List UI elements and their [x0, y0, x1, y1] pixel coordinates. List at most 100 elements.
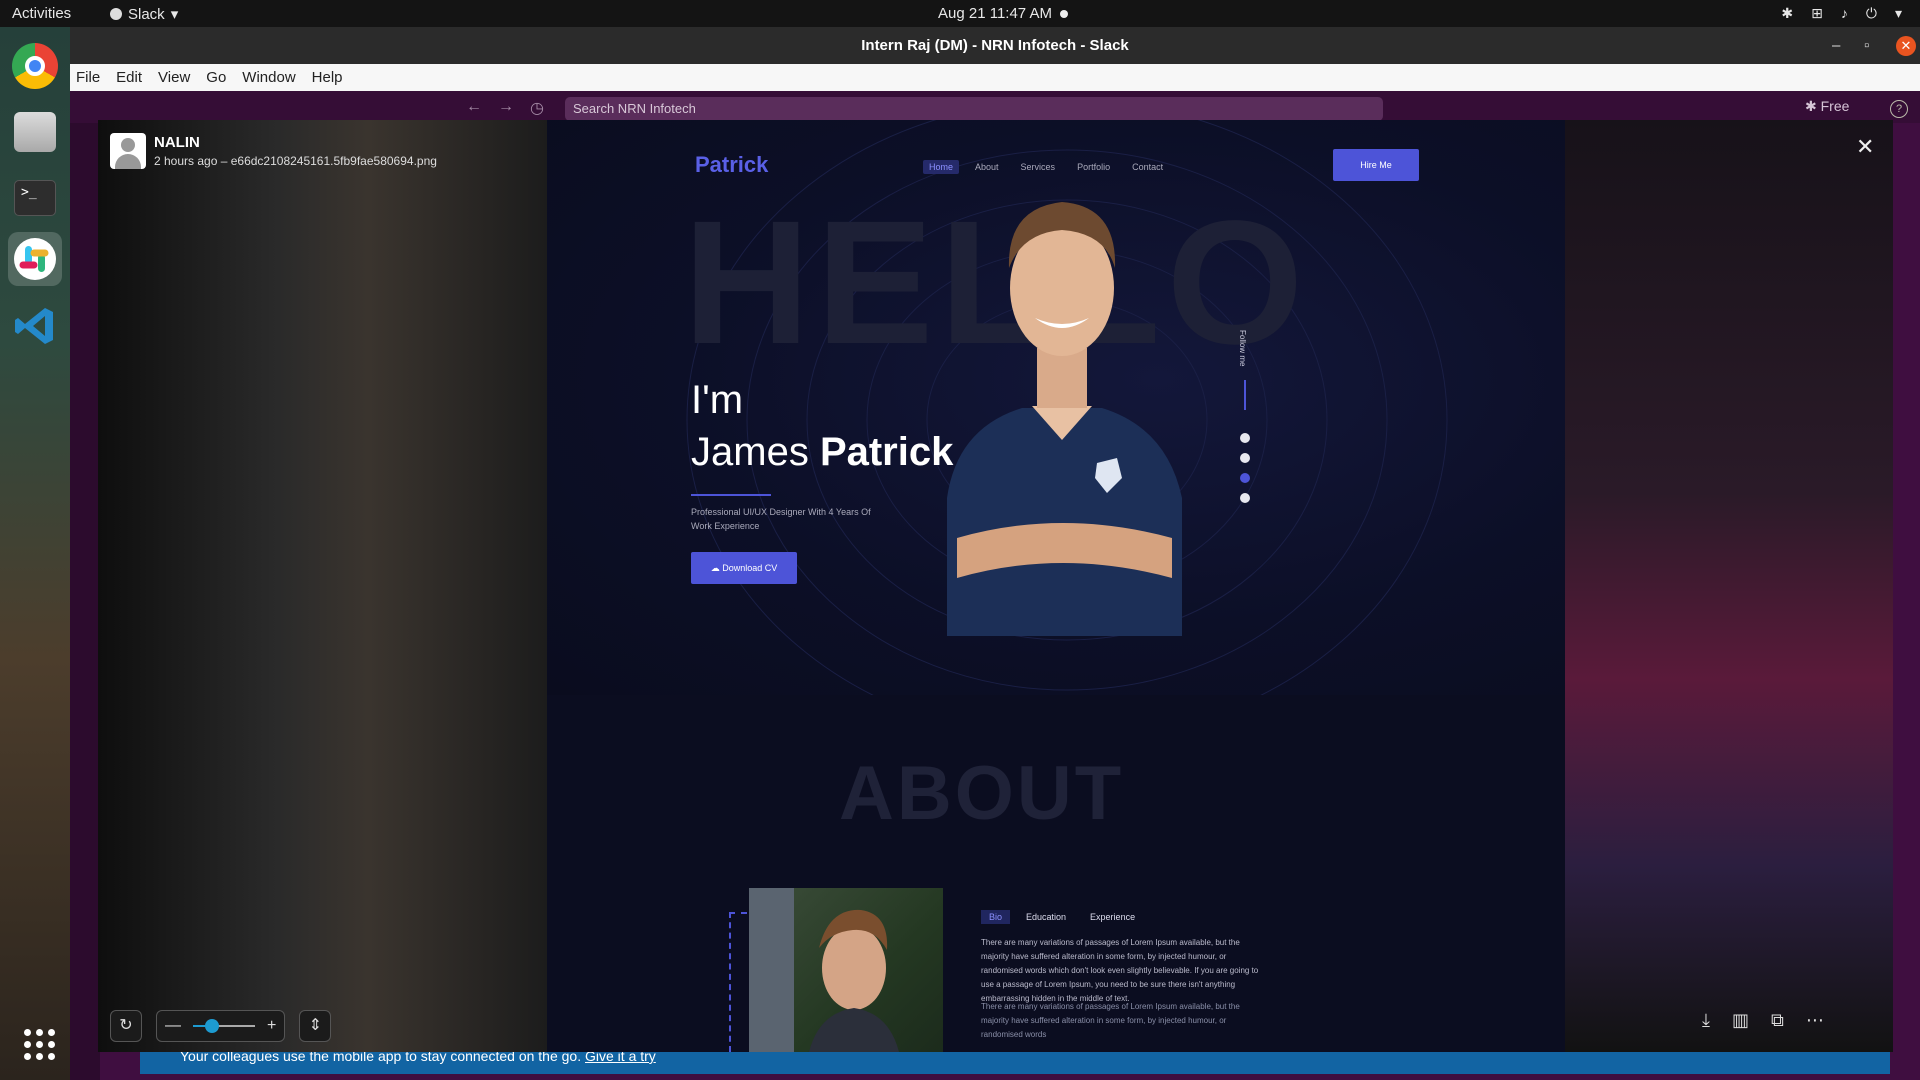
- photo-dashed-frame: [729, 912, 747, 1052]
- hero-subtitle: Professional UI/UX Designer With 4 Years…: [691, 507, 871, 531]
- facebook-icon: [1240, 433, 1250, 443]
- sender-name[interactable]: NALIN: [154, 134, 200, 151]
- menu-go[interactable]: Go: [206, 64, 226, 91]
- free-plan-badge[interactable]: ✱ Free: [1805, 98, 1849, 115]
- slack-icon: [14, 238, 56, 280]
- zoom-out-button[interactable]: —: [165, 1017, 181, 1035]
- menu-window[interactable]: Window: [242, 64, 295, 91]
- slack-app-icon: [110, 8, 122, 20]
- system-tray[interactable]: ✱ ⊞ ♪ ⏻ ▾: [1781, 5, 1902, 22]
- site-nav-services: Services: [1020, 162, 1056, 172]
- window-titlebar: Intern Raj (DM) - NRN Infotech - Slack –…: [70, 27, 1920, 64]
- menu-bar: File Edit View Go Window Help: [70, 64, 1920, 91]
- follow-line: [1244, 380, 1246, 410]
- zoom-in-button[interactable]: +: [267, 1017, 276, 1035]
- menu-view[interactable]: View: [158, 64, 190, 91]
- power-icon[interactable]: ⏻: [1866, 5, 1877, 22]
- hero-first-name: James: [691, 430, 809, 474]
- app-menu[interactable]: Slack ▾: [110, 5, 178, 23]
- download-cv-label: Download CV: [722, 563, 778, 573]
- tab-education: Education: [1026, 912, 1067, 922]
- site-nav-portfolio: Portfolio: [1077, 162, 1111, 172]
- dock-vscode[interactable]: [8, 299, 62, 353]
- terminal-icon: >_: [14, 180, 56, 216]
- gnome-top-bar: Activities Slack ▾ Aug 21 11:47 AM ✱ ⊞ ♪…: [0, 0, 1920, 27]
- bio-text: There are many variations of passages of…: [981, 938, 1259, 1003]
- more-actions-icon[interactable]: ⋯: [1806, 1010, 1824, 1031]
- app-grid-icon[interactable]: [24, 1029, 55, 1060]
- search-input[interactable]: Search NRN Infotech: [565, 97, 1383, 121]
- window-title: Intern Raj (DM) - NRN Infotech - Slack: [861, 37, 1129, 54]
- network-icon[interactable]: ⊞: [1811, 5, 1823, 22]
- zoom-slider-knob[interactable]: [204, 1019, 219, 1033]
- clock-label: Aug 21 11:47 AM: [938, 5, 1052, 22]
- instagram-icon: [1240, 453, 1250, 463]
- site-nav-about: About: [975, 162, 999, 172]
- site-nav-home: Home: [923, 160, 960, 174]
- avatar[interactable]: [110, 133, 146, 169]
- dock-files[interactable]: [8, 105, 62, 159]
- maximize-button[interactable]: ▫: [1864, 27, 1869, 64]
- cloud-upload-icon: ☁: [710, 563, 720, 573]
- app-menu-label: Slack: [128, 5, 165, 23]
- about-heading: ABOUT: [839, 751, 1125, 836]
- tab-bio: Bio: [981, 910, 1011, 924]
- chevron-down-icon: ▾: [170, 6, 179, 23]
- dribbble-icon: [1240, 473, 1250, 483]
- hire-me-button: Hire Me: [1333, 149, 1419, 181]
- portrait-photo: [947, 202, 1182, 636]
- close-window-button[interactable]: ✕: [1896, 27, 1916, 64]
- about-tabs: Bio Education Experience: [981, 910, 1143, 924]
- history-icon[interactable]: ◷: [530, 98, 544, 118]
- split-view-icon[interactable]: ▥: [1732, 1010, 1749, 1031]
- menu-edit[interactable]: Edit: [116, 64, 142, 91]
- open-in-window-icon[interactable]: ⧉: [1771, 1010, 1784, 1031]
- about-photo: [749, 888, 943, 1052]
- chrome-icon: [12, 43, 58, 89]
- behance-icon: [1240, 493, 1250, 503]
- dock: >_: [0, 27, 70, 1080]
- viewer-controls: ↻ — + ⇕: [110, 1010, 332, 1042]
- activities-button[interactable]: Activities: [12, 5, 71, 22]
- back-arrow-icon[interactable]: ←: [466, 98, 482, 118]
- vscode-icon: [15, 308, 53, 344]
- site-logo: Patrick: [695, 152, 769, 177]
- volume-icon[interactable]: ♪: [1841, 5, 1848, 22]
- download-icon[interactable]: ⤓: [1702, 1010, 1710, 1031]
- dock-slack[interactable]: [8, 232, 62, 286]
- close-viewer-button[interactable]: ✕: [1856, 134, 1874, 160]
- file-meta: 2 hours ago – e66dc2108245161.5fb9fae580…: [154, 154, 437, 168]
- chevron-down-icon[interactable]: ▾: [1895, 5, 1902, 22]
- forward-arrow-icon[interactable]: →: [498, 98, 514, 118]
- hero-last-name: Patrick: [819, 430, 954, 474]
- clock[interactable]: Aug 21 11:47 AM: [938, 5, 1068, 22]
- rotate-button[interactable]: ↻: [110, 1010, 142, 1042]
- minimize-button[interactable]: –: [1832, 27, 1840, 64]
- site-nav-contact: Contact: [1132, 162, 1164, 172]
- zoom-control: — +: [156, 1010, 286, 1042]
- hero-im: I'm: [691, 378, 744, 422]
- close-icon: ✕: [1896, 35, 1916, 56]
- dock-terminal[interactable]: >_: [8, 171, 62, 225]
- tab-experience: Experience: [1090, 912, 1136, 922]
- dock-chrome[interactable]: [8, 39, 62, 93]
- download-cv-button: ☁ Download CV: [691, 552, 797, 584]
- menu-file[interactable]: File: [76, 64, 100, 91]
- files-icon: [14, 112, 56, 152]
- zoom-slider[interactable]: [193, 1019, 255, 1033]
- hero-name: James Patrick: [691, 430, 953, 475]
- site-nav: Home About Services Portfolio Contact: [923, 160, 1169, 174]
- slack-tray-icon[interactable]: ✱: [1781, 5, 1793, 22]
- notification-dot-icon: [1059, 9, 1068, 18]
- viewer-actions: ⤓ ▥ ⧉ ⋯: [1702, 1010, 1824, 1031]
- bio-text-2: There are many variations of passages of…: [981, 1002, 1240, 1039]
- blurred-backdrop-left: [98, 120, 548, 1052]
- history-nav: ← → ◷: [466, 98, 544, 118]
- follow-me-label: Follow me: [1238, 330, 1247, 367]
- blurred-backdrop-right: [1565, 120, 1893, 1052]
- slack-sidebar: [70, 123, 100, 1080]
- menu-help[interactable]: Help: [312, 64, 343, 91]
- viewed-image: Patrick Home About Services Portfolio Co…: [547, 120, 1565, 1052]
- fit-to-screen-button[interactable]: ⇕: [299, 1010, 332, 1042]
- help-icon[interactable]: ?: [1890, 100, 1908, 118]
